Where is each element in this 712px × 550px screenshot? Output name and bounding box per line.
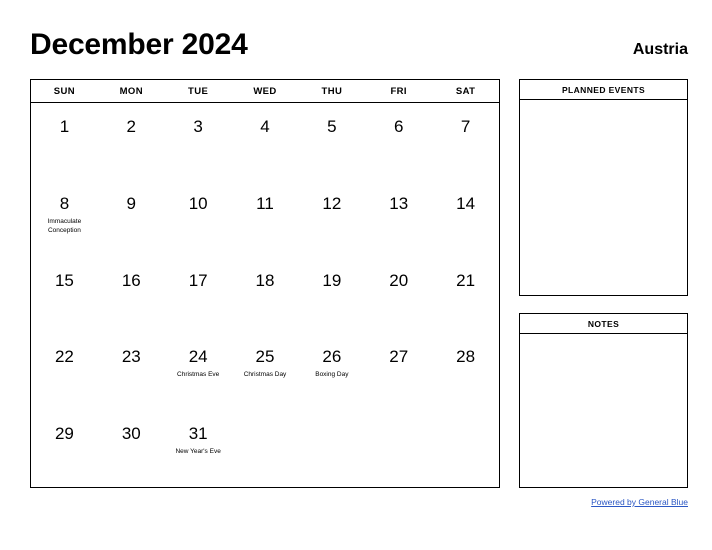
- calendar-day-5[interactable]: 5: [298, 103, 365, 180]
- day-number: 3: [193, 117, 203, 136]
- calendar-day-13[interactable]: 13: [365, 180, 432, 257]
- weekday-header-row: SUN MON TUE WED THU FRI SAT: [31, 80, 499, 103]
- day-number: 6: [393, 117, 404, 136]
- day-number: 5: [327, 117, 337, 136]
- calendar-day-23[interactable]: 23: [98, 333, 165, 410]
- powered-by-link[interactable]: Powered by General Blue: [591, 497, 688, 507]
- calendar-day-20[interactable]: 20: [365, 257, 432, 334]
- calendar-day-11[interactable]: 11: [232, 180, 299, 257]
- calendar-week-row: 8 Immaculate Conception 9 10 11 12 13 14: [31, 180, 499, 257]
- region-label: Austria: [632, 41, 688, 58]
- day-event-label: Immaculate Conception: [47, 217, 82, 234]
- calendar-day-empty: [232, 410, 299, 487]
- day-number: 24: [188, 347, 208, 367]
- calendar-week-row: 1 2 3 4 5 6 7: [31, 103, 499, 180]
- page-header: December 2024 Austria: [30, 28, 688, 70]
- planned-events-writing-area[interactable]: [520, 100, 687, 295]
- day-number: 27: [389, 347, 409, 367]
- day-number: 13: [389, 193, 409, 213]
- day-number: 7: [460, 117, 471, 136]
- day-number: 1: [59, 117, 70, 136]
- weekday-header-mon: MON: [119, 85, 143, 97]
- day-event-label: Boxing Day: [315, 371, 349, 379]
- day-number: 18: [255, 270, 275, 290]
- calendar-day-16[interactable]: 16: [98, 257, 165, 334]
- calendar-day-17[interactable]: 17: [165, 257, 232, 334]
- calendar-week-row: 15 16 17 18 19 20 21: [31, 257, 499, 334]
- weekday-header-sun: SUN: [53, 85, 76, 97]
- calendar-day-9[interactable]: 9: [98, 180, 165, 257]
- day-number: 20: [389, 270, 409, 290]
- calendar-day-14[interactable]: 14: [432, 180, 499, 257]
- planned-events-panel: PLANNED EVENTS: [519, 79, 688, 296]
- calendar-day-3[interactable]: 3: [165, 103, 232, 180]
- calendar-day-empty: [432, 410, 499, 487]
- calendar-day-31[interactable]: 31 New Year's Eve: [165, 410, 232, 487]
- day-number: 31: [188, 424, 208, 444]
- day-number: 2: [126, 117, 137, 136]
- calendar-day-8[interactable]: 8 Immaculate Conception: [31, 180, 98, 257]
- day-number: 28: [456, 347, 476, 367]
- notes-title: NOTES: [520, 314, 687, 334]
- day-number: 14: [456, 193, 476, 213]
- weekday-header-thu: THU: [321, 85, 343, 97]
- calendar-day-22[interactable]: 22: [31, 333, 98, 410]
- day-event-label: New Year's Eve: [175, 448, 221, 456]
- calendar-day-25[interactable]: 25 Christmas Day: [232, 333, 299, 410]
- weekday-header-sat: SAT: [455, 85, 476, 97]
- weekday-header-tue: TUE: [188, 85, 209, 97]
- day-number: 15: [54, 270, 74, 290]
- calendar-weeks: 1 2 3 4 5 6 7 8 Immaculate Conception 9 10 11 12 13 14…: [31, 103, 499, 487]
- day-number: 8: [59, 193, 70, 213]
- day-number: 10: [188, 193, 208, 213]
- calendar-day-15[interactable]: 15: [31, 257, 98, 334]
- calendar-day-empty: [298, 410, 365, 487]
- calendar-day-6[interactable]: 6: [365, 103, 432, 180]
- calendar-day-21[interactable]: 21: [432, 257, 499, 334]
- day-number: 4: [260, 117, 270, 136]
- calendar-day-12[interactable]: 12: [298, 180, 365, 257]
- calendar-day-1[interactable]: 1: [31, 103, 98, 180]
- day-number: 12: [322, 193, 342, 213]
- day-number: 23: [121, 347, 141, 367]
- calendar-day-10[interactable]: 10: [165, 180, 232, 257]
- calendar-day-2[interactable]: 2: [98, 103, 165, 180]
- weekday-header-fri: FRI: [390, 85, 407, 97]
- day-number: 29: [54, 424, 74, 444]
- calendar-week-row: 22 23 24 Christmas Eve 25 Christmas Day 26 Boxi…: [31, 333, 499, 410]
- calendar-day-4[interactable]: 4: [232, 103, 299, 180]
- planned-events-title: PLANNED EVENTS: [520, 80, 687, 100]
- day-number: 21: [456, 270, 476, 290]
- notes-panel: NOTES: [519, 313, 688, 488]
- page-title: December 2024: [30, 28, 248, 61]
- calendar-day-24[interactable]: 24 Christmas Eve: [165, 333, 232, 410]
- day-event-label: Christmas Day: [243, 371, 287, 379]
- day-number: 19: [322, 270, 342, 290]
- weekday-header-wed: WED: [253, 85, 277, 97]
- calendar-day-18[interactable]: 18: [232, 257, 299, 334]
- day-event-label: Christmas Eve: [177, 371, 220, 379]
- calendar-day-empty: [365, 410, 432, 487]
- day-number: 22: [54, 347, 74, 367]
- day-number: 11: [256, 193, 274, 213]
- day-number: 30: [121, 424, 141, 444]
- calendar-day-26[interactable]: 26 Boxing Day: [298, 333, 365, 410]
- calendar-grid: SUN MON TUE WED THU FRI SAT 1 2 3 4 5 6 7 8 Immaculate…: [30, 79, 500, 488]
- notes-writing-area[interactable]: [520, 334, 687, 487]
- day-number: 17: [188, 270, 208, 290]
- day-number: 16: [121, 270, 141, 290]
- calendar-day-30[interactable]: 30: [98, 410, 165, 487]
- calendar-day-7[interactable]: 7: [432, 103, 499, 180]
- day-number: 25: [255, 347, 275, 367]
- calendar-day-28[interactable]: 28: [432, 333, 499, 410]
- day-number: 9: [126, 193, 137, 213]
- calendar-week-row: 29 30 31 New Year's Eve: [31, 410, 499, 487]
- calendar-day-27[interactable]: 27: [365, 333, 432, 410]
- calendar-day-29[interactable]: 29: [31, 410, 98, 487]
- calendar-day-19[interactable]: 19: [298, 257, 365, 334]
- day-number: 26: [322, 347, 342, 367]
